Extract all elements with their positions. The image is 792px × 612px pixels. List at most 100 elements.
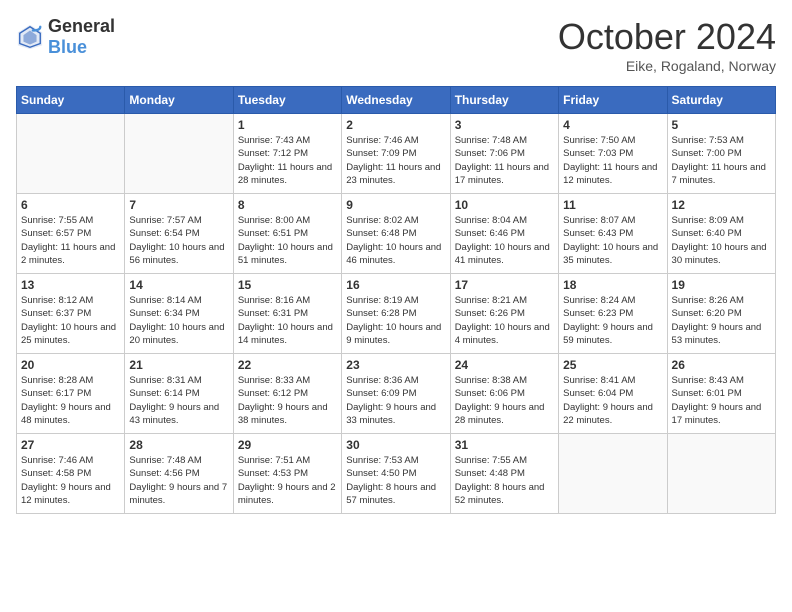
day-number: 27 (21, 438, 120, 452)
cell-content: Sunrise: 7:51 AM Sunset: 4:53 PM Dayligh… (238, 454, 337, 507)
cell-content: Sunrise: 8:07 AM Sunset: 6:43 PM Dayligh… (563, 214, 662, 267)
logo-blue: Blue (48, 37, 87, 57)
cell-content: Sunrise: 8:38 AM Sunset: 6:06 PM Dayligh… (455, 374, 554, 427)
day-number: 10 (455, 198, 554, 212)
cell-content: Sunrise: 8:02 AM Sunset: 6:48 PM Dayligh… (346, 214, 445, 267)
logo-text: General Blue (48, 16, 115, 58)
cell-content: Sunrise: 7:43 AM Sunset: 7:12 PM Dayligh… (238, 134, 337, 187)
calendar-week-row: 6 Sunrise: 7:55 AM Sunset: 6:57 PM Dayli… (17, 194, 776, 274)
cell-content: Sunrise: 7:55 AM Sunset: 4:48 PM Dayligh… (455, 454, 554, 507)
calendar-week-row: 27 Sunrise: 7:46 AM Sunset: 4:58 PM Dayl… (17, 434, 776, 514)
cell-content: Sunrise: 8:00 AM Sunset: 6:51 PM Dayligh… (238, 214, 337, 267)
day-number: 23 (346, 358, 445, 372)
calendar-cell: 14 Sunrise: 8:14 AM Sunset: 6:34 PM Dayl… (125, 274, 233, 354)
logo: General Blue (16, 16, 115, 58)
calendar-cell: 26 Sunrise: 8:43 AM Sunset: 6:01 PM Dayl… (667, 354, 775, 434)
calendar-cell: 17 Sunrise: 8:21 AM Sunset: 6:26 PM Dayl… (450, 274, 558, 354)
calendar-cell: 28 Sunrise: 7:48 AM Sunset: 4:56 PM Dayl… (125, 434, 233, 514)
calendar-cell: 9 Sunrise: 8:02 AM Sunset: 6:48 PM Dayli… (342, 194, 450, 274)
cell-content: Sunrise: 7:46 AM Sunset: 7:09 PM Dayligh… (346, 134, 445, 187)
weekday-row: SundayMondayTuesdayWednesdayThursdayFrid… (17, 87, 776, 114)
weekday-header: Tuesday (233, 87, 341, 114)
cell-content: Sunrise: 7:55 AM Sunset: 6:57 PM Dayligh… (21, 214, 120, 267)
day-number: 7 (129, 198, 228, 212)
cell-content: Sunrise: 8:31 AM Sunset: 6:14 PM Dayligh… (129, 374, 228, 427)
calendar-cell: 1 Sunrise: 7:43 AM Sunset: 7:12 PM Dayli… (233, 114, 341, 194)
cell-content: Sunrise: 7:53 AM Sunset: 7:00 PM Dayligh… (672, 134, 771, 187)
cell-content: Sunrise: 7:48 AM Sunset: 4:56 PM Dayligh… (129, 454, 228, 507)
day-number: 25 (563, 358, 662, 372)
calendar-cell: 24 Sunrise: 8:38 AM Sunset: 6:06 PM Dayl… (450, 354, 558, 434)
day-number: 19 (672, 278, 771, 292)
day-number: 4 (563, 118, 662, 132)
day-number: 26 (672, 358, 771, 372)
weekday-header: Thursday (450, 87, 558, 114)
day-number: 14 (129, 278, 228, 292)
logo-general: General (48, 16, 115, 36)
calendar-cell: 19 Sunrise: 8:26 AM Sunset: 6:20 PM Dayl… (667, 274, 775, 354)
calendar-cell: 30 Sunrise: 7:53 AM Sunset: 4:50 PM Dayl… (342, 434, 450, 514)
calendar-cell: 21 Sunrise: 8:31 AM Sunset: 6:14 PM Dayl… (125, 354, 233, 434)
cell-content: Sunrise: 8:12 AM Sunset: 6:37 PM Dayligh… (21, 294, 120, 347)
cell-content: Sunrise: 7:50 AM Sunset: 7:03 PM Dayligh… (563, 134, 662, 187)
location: Eike, Rogaland, Norway (558, 58, 776, 74)
day-number: 8 (238, 198, 337, 212)
day-number: 30 (346, 438, 445, 452)
cell-content: Sunrise: 8:04 AM Sunset: 6:46 PM Dayligh… (455, 214, 554, 267)
calendar-cell: 2 Sunrise: 7:46 AM Sunset: 7:09 PM Dayli… (342, 114, 450, 194)
cell-content: Sunrise: 8:26 AM Sunset: 6:20 PM Dayligh… (672, 294, 771, 347)
calendar-week-row: 1 Sunrise: 7:43 AM Sunset: 7:12 PM Dayli… (17, 114, 776, 194)
day-number: 29 (238, 438, 337, 452)
calendar-cell (559, 434, 667, 514)
calendar-cell: 16 Sunrise: 8:19 AM Sunset: 6:28 PM Dayl… (342, 274, 450, 354)
calendar-header: SundayMondayTuesdayWednesdayThursdayFrid… (17, 87, 776, 114)
day-number: 17 (455, 278, 554, 292)
day-number: 24 (455, 358, 554, 372)
cell-content: Sunrise: 8:36 AM Sunset: 6:09 PM Dayligh… (346, 374, 445, 427)
cell-content: Sunrise: 7:53 AM Sunset: 4:50 PM Dayligh… (346, 454, 445, 507)
day-number: 3 (455, 118, 554, 132)
calendar-cell: 31 Sunrise: 7:55 AM Sunset: 4:48 PM Dayl… (450, 434, 558, 514)
day-number: 5 (672, 118, 771, 132)
cell-content: Sunrise: 8:09 AM Sunset: 6:40 PM Dayligh… (672, 214, 771, 267)
cell-content: Sunrise: 8:16 AM Sunset: 6:31 PM Dayligh… (238, 294, 337, 347)
calendar-cell: 20 Sunrise: 8:28 AM Sunset: 6:17 PM Dayl… (17, 354, 125, 434)
day-number: 31 (455, 438, 554, 452)
day-number: 9 (346, 198, 445, 212)
page-header: General Blue October 2024 Eike, Rogaland… (16, 16, 776, 74)
weekday-header: Saturday (667, 87, 775, 114)
cell-content: Sunrise: 8:33 AM Sunset: 6:12 PM Dayligh… (238, 374, 337, 427)
calendar-cell: 6 Sunrise: 7:55 AM Sunset: 6:57 PM Dayli… (17, 194, 125, 274)
cell-content: Sunrise: 8:19 AM Sunset: 6:28 PM Dayligh… (346, 294, 445, 347)
day-number: 6 (21, 198, 120, 212)
day-number: 20 (21, 358, 120, 372)
calendar-cell (17, 114, 125, 194)
calendar-cell: 18 Sunrise: 8:24 AM Sunset: 6:23 PM Dayl… (559, 274, 667, 354)
day-number: 16 (346, 278, 445, 292)
calendar-cell: 27 Sunrise: 7:46 AM Sunset: 4:58 PM Dayl… (17, 434, 125, 514)
title-block: October 2024 Eike, Rogaland, Norway (558, 16, 776, 74)
calendar-cell: 25 Sunrise: 8:41 AM Sunset: 6:04 PM Dayl… (559, 354, 667, 434)
day-number: 2 (346, 118, 445, 132)
cell-content: Sunrise: 8:14 AM Sunset: 6:34 PM Dayligh… (129, 294, 228, 347)
day-number: 22 (238, 358, 337, 372)
calendar-cell: 3 Sunrise: 7:48 AM Sunset: 7:06 PM Dayli… (450, 114, 558, 194)
day-number: 13 (21, 278, 120, 292)
cell-content: Sunrise: 8:24 AM Sunset: 6:23 PM Dayligh… (563, 294, 662, 347)
calendar-cell: 15 Sunrise: 8:16 AM Sunset: 6:31 PM Dayl… (233, 274, 341, 354)
calendar-week-row: 20 Sunrise: 8:28 AM Sunset: 6:17 PM Dayl… (17, 354, 776, 434)
day-number: 18 (563, 278, 662, 292)
calendar-cell: 22 Sunrise: 8:33 AM Sunset: 6:12 PM Dayl… (233, 354, 341, 434)
calendar-cell: 4 Sunrise: 7:50 AM Sunset: 7:03 PM Dayli… (559, 114, 667, 194)
calendar-cell: 5 Sunrise: 7:53 AM Sunset: 7:00 PM Dayli… (667, 114, 775, 194)
weekday-header: Monday (125, 87, 233, 114)
calendar-cell: 29 Sunrise: 7:51 AM Sunset: 4:53 PM Dayl… (233, 434, 341, 514)
weekday-header: Sunday (17, 87, 125, 114)
cell-content: Sunrise: 8:41 AM Sunset: 6:04 PM Dayligh… (563, 374, 662, 427)
cell-content: Sunrise: 8:28 AM Sunset: 6:17 PM Dayligh… (21, 374, 120, 427)
calendar-cell: 10 Sunrise: 8:04 AM Sunset: 6:46 PM Dayl… (450, 194, 558, 274)
calendar-cell: 23 Sunrise: 8:36 AM Sunset: 6:09 PM Dayl… (342, 354, 450, 434)
cell-content: Sunrise: 7:57 AM Sunset: 6:54 PM Dayligh… (129, 214, 228, 267)
day-number: 11 (563, 198, 662, 212)
calendar-cell (667, 434, 775, 514)
